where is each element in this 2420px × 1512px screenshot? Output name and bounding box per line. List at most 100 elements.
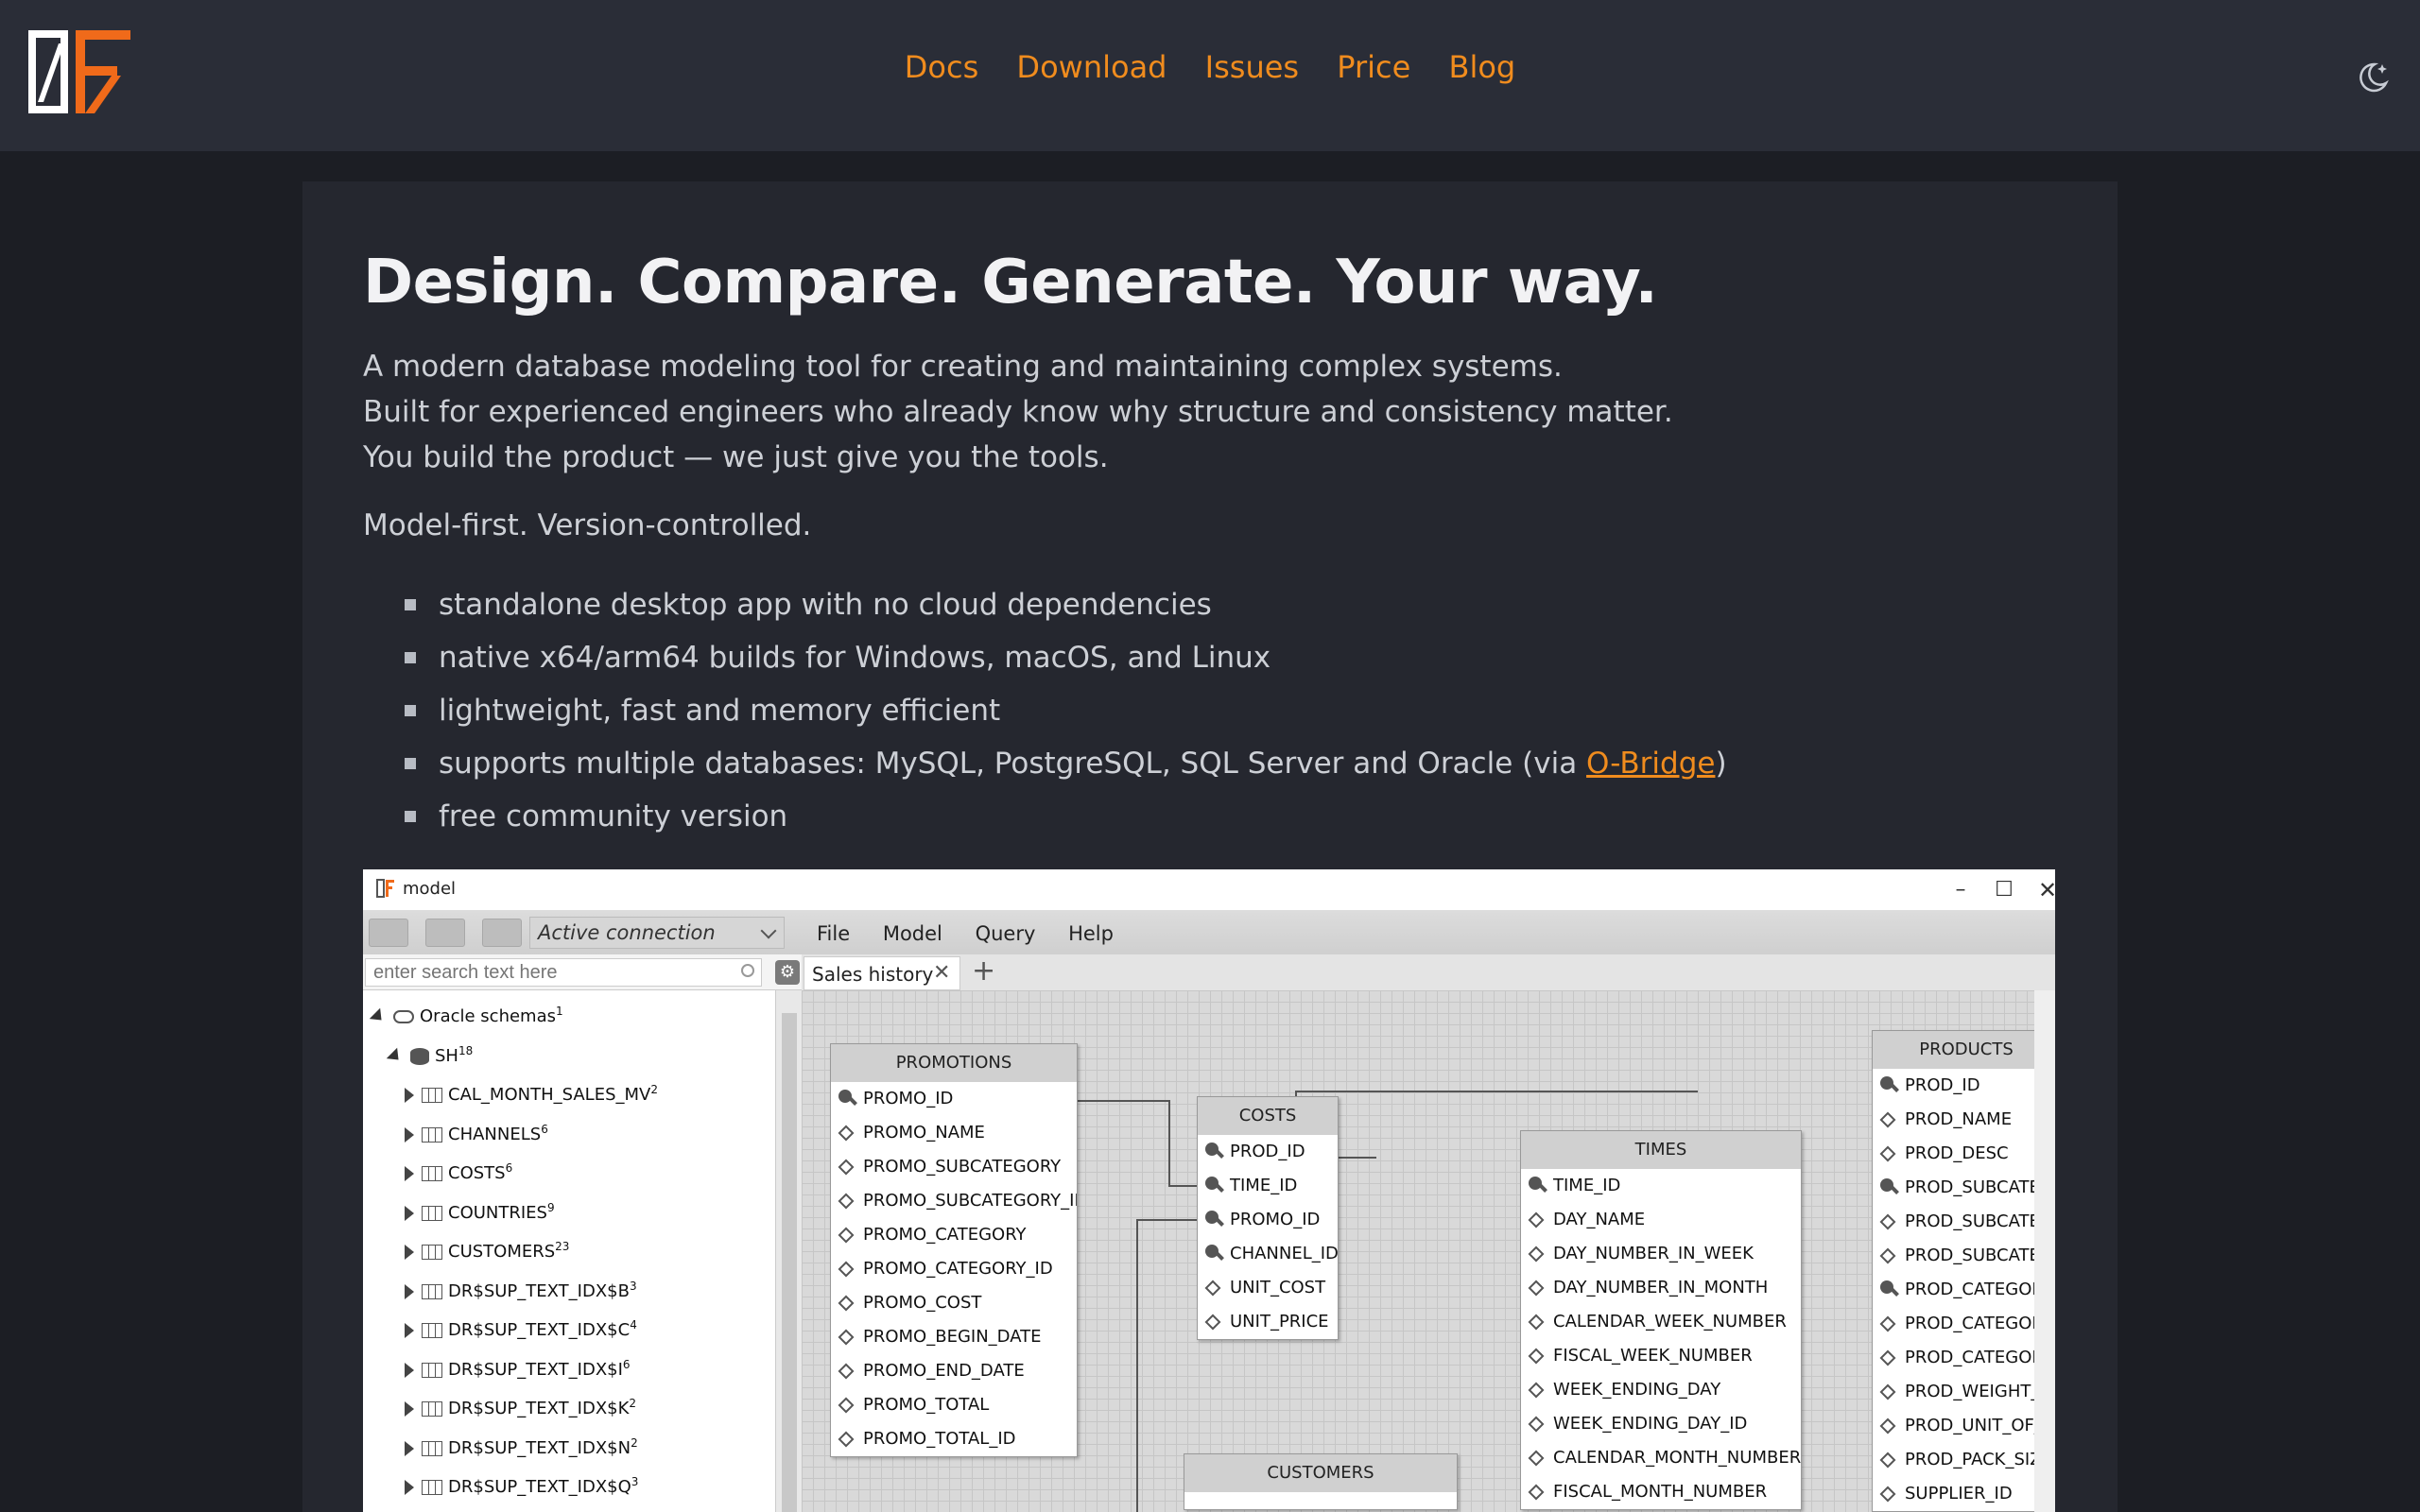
expand-right-icon[interactable]: [405, 1166, 414, 1181]
entity-customers[interactable]: CUSTOMERS: [1184, 1453, 1458, 1510]
entity-products[interactable]: PRODUCTS PROD_ID PROD_NAME PROD_DESC PROD_SU…: [1872, 1030, 2055, 1512]
moon-sparkle-icon[interactable]: [2354, 59, 2392, 96]
minimize-icon[interactable]: –: [1942, 875, 1979, 905]
tree-item[interactable]: Oracle schemas1: [369, 992, 563, 1030]
entity-costs[interactable]: COSTS PROD_ID TIME_ID PROMO_ID CHANNEL_ID UNI…: [1197, 1096, 1339, 1340]
entity-field[interactable]: PROD_CATEGORY_ID: [1873, 1307, 2055, 1341]
entity-field[interactable]: FISCAL_MONTH_NUMBER: [1521, 1475, 1801, 1509]
entity-field[interactable]: PROD_ID: [1873, 1069, 2055, 1103]
entity-field[interactable]: PROD_DESC: [1873, 1137, 2055, 1171]
expand-right-icon[interactable]: [405, 1245, 414, 1260]
nav-issues[interactable]: Issues: [1205, 49, 1299, 85]
tree-item[interactable]: SH18: [386, 1032, 473, 1070]
add-tab-icon[interactable]: +: [972, 954, 995, 988]
entity-field[interactable]: PROD_UNIT_OF_ME: [1873, 1409, 2055, 1443]
nav-price[interactable]: Price: [1337, 49, 1410, 85]
expand-right-icon[interactable]: [405, 1205, 414, 1221]
tab-sales-history[interactable]: Sales history ✕: [804, 956, 960, 990]
entity-field[interactable]: PROMO_TOTAL: [831, 1388, 1077, 1422]
menu-file[interactable]: File: [817, 922, 850, 945]
connection-select[interactable]: Active connection: [529, 917, 785, 949]
entity-field[interactable]: FISCAL_WEEK_NUMBER: [1521, 1339, 1801, 1373]
entity-field[interactable]: PROD_SUBCATEGOF: [1873, 1171, 2055, 1205]
nav-docs[interactable]: Docs: [905, 49, 978, 85]
search-input[interactable]: [365, 958, 762, 987]
entity-field[interactable]: DAY_NAME: [1521, 1203, 1801, 1237]
entity-field[interactable]: PROD_ID: [1198, 1135, 1338, 1169]
entity-promotions[interactable]: PROMOTIONS PROMO_ID PROMO_NAME PROMO_SUBCAT…: [830, 1043, 1078, 1457]
entity-field[interactable]: PROMO_END_DATE: [831, 1354, 1077, 1388]
entity-field[interactable]: PROD_CATEGORY_D: [1873, 1341, 2055, 1375]
menu-query[interactable]: Query: [976, 922, 1036, 945]
field-name: PROMO_TOTAL: [863, 1395, 990, 1415]
menu-help[interactable]: Help: [1068, 922, 1114, 945]
entity-field[interactable]: PROMO_TOTAL_ID: [831, 1422, 1077, 1456]
tree-item[interactable]: DR$SUP_TEXT_IDX$B3: [405, 1267, 637, 1305]
entity-field[interactable]: UNIT_COST: [1198, 1271, 1338, 1305]
menu-model[interactable]: Model: [883, 922, 942, 945]
nav-blog[interactable]: Blog: [1448, 49, 1515, 85]
tree-item[interactable]: DR$SUP_TEXT_IDX$N2: [405, 1424, 638, 1462]
entity-field[interactable]: DAY_NUMBER_IN_WEEK: [1521, 1237, 1801, 1271]
canvas-scrollbar[interactable]: [2034, 990, 2055, 1512]
o-bridge-link[interactable]: O-Bridge: [1586, 747, 1715, 781]
entity-field[interactable]: CHANNEL_ID: [1198, 1237, 1338, 1271]
entity-field[interactable]: TIME_ID: [1198, 1169, 1338, 1203]
entity-field[interactable]: PROD_CATEGORY: [1873, 1273, 2055, 1307]
entity-field[interactable]: PROMO_COST: [831, 1286, 1077, 1320]
close-icon[interactable]: ✕: [2029, 875, 2055, 905]
entity-field[interactable]: SUPPLIER_ID: [1873, 1477, 2055, 1511]
tree-scrollbar[interactable]: [775, 990, 802, 1512]
entity-field[interactable]: CALENDAR_MONTH_NUMBER: [1521, 1441, 1801, 1475]
expand-right-icon[interactable]: [405, 1480, 414, 1495]
tree-item[interactable]: CUSTOMERS23: [405, 1228, 569, 1265]
entity-field[interactable]: CALENDAR_WEEK_NUMBER: [1521, 1305, 1801, 1339]
nav-download[interactable]: Download: [1016, 49, 1167, 85]
expand-right-icon[interactable]: [405, 1362, 414, 1378]
expand-right-icon[interactable]: [405, 1088, 414, 1103]
field-name: PROMO_NAME: [863, 1123, 985, 1143]
entity-field[interactable]: PROMO_BEGIN_DATE: [831, 1320, 1077, 1354]
tree-item[interactable]: COSTS6: [405, 1149, 512, 1187]
save-icon[interactable]: [369, 919, 408, 947]
entity-field[interactable]: PROD_WEIGHT_CLA: [1873, 1375, 2055, 1409]
entity-field[interactable]: UNIT_PRICE: [1198, 1305, 1338, 1339]
maximize-icon[interactable]: ☐: [1985, 875, 2023, 905]
tree-item[interactable]: DR$SUP_TEXT_IDX$C4: [405, 1306, 637, 1344]
expand-right-icon[interactable]: [405, 1440, 414, 1456]
expand-right-icon[interactable]: [405, 1126, 414, 1143]
entity-field[interactable]: TIME_ID: [1521, 1169, 1801, 1203]
expand-right-icon[interactable]: [405, 1283, 414, 1299]
expand-down-icon[interactable]: [386, 1047, 405, 1065]
tree-item[interactable]: DR$SUP_TEXT_IDX$Q3: [405, 1463, 638, 1501]
entity-field[interactable]: PROMO_ID: [1198, 1203, 1338, 1237]
redo-icon[interactable]: [482, 919, 522, 947]
gear-icon[interactable]: ⚙: [775, 960, 800, 985]
entity-field[interactable]: PROD_NAME: [1873, 1103, 2055, 1137]
tree-item[interactable]: DR$SUP_TEXT_IDX$K2: [405, 1384, 636, 1422]
expand-down-icon[interactable]: [369, 1007, 388, 1026]
diagram-canvas[interactable]: PROMOTIONS PROMO_ID PROMO_NAME PROMO_SUBCAT…: [802, 990, 2055, 1512]
entity-field[interactable]: PROMO_SUBCATEGORY_ID: [831, 1184, 1077, 1218]
entity-field[interactable]: PROMO_CATEGORY_ID: [831, 1252, 1077, 1286]
tree-item[interactable]: CHANNELS6: [405, 1110, 548, 1148]
tree-item[interactable]: DR$SUP_TEXT_IDX$I6: [405, 1346, 631, 1383]
entity-field[interactable]: WEEK_ENDING_DAY: [1521, 1373, 1801, 1407]
close-tab-icon[interactable]: ✕: [933, 961, 950, 985]
entity-field[interactable]: PROMO_CATEGORY: [831, 1218, 1077, 1252]
tree-item[interactable]: CAL_MONTH_SALES_MV2: [405, 1071, 658, 1108]
entity-field[interactable]: PROD_SUBCATEGOF: [1873, 1239, 2055, 1273]
tree-item[interactable]: COUNTRIES9: [405, 1189, 555, 1227]
expand-right-icon[interactable]: [405, 1401, 414, 1417]
entity-field[interactable]: PROMO_SUBCATEGORY: [831, 1150, 1077, 1184]
entity-field[interactable]: PROD_PACK_SIZE: [1873, 1443, 2055, 1477]
entity-field[interactable]: PROD_SUBCATEGOF: [1873, 1205, 2055, 1239]
undo-icon[interactable]: [425, 919, 465, 947]
entity-field[interactable]: WEEK_ENDING_DAY_ID: [1521, 1407, 1801, 1441]
entity-field[interactable]: DAY_NUMBER_IN_MONTH: [1521, 1271, 1801, 1305]
expand-right-icon[interactable]: [405, 1323, 414, 1338]
entity-field[interactable]: PROMO_ID: [831, 1082, 1077, 1116]
scroll-thumb[interactable]: [782, 1013, 797, 1512]
entity-times[interactable]: TIMES TIME_ID DAY_NAME DAY_NUMBER_IN_WEEK DA…: [1520, 1130, 1802, 1510]
entity-field[interactable]: PROMO_NAME: [831, 1116, 1077, 1150]
